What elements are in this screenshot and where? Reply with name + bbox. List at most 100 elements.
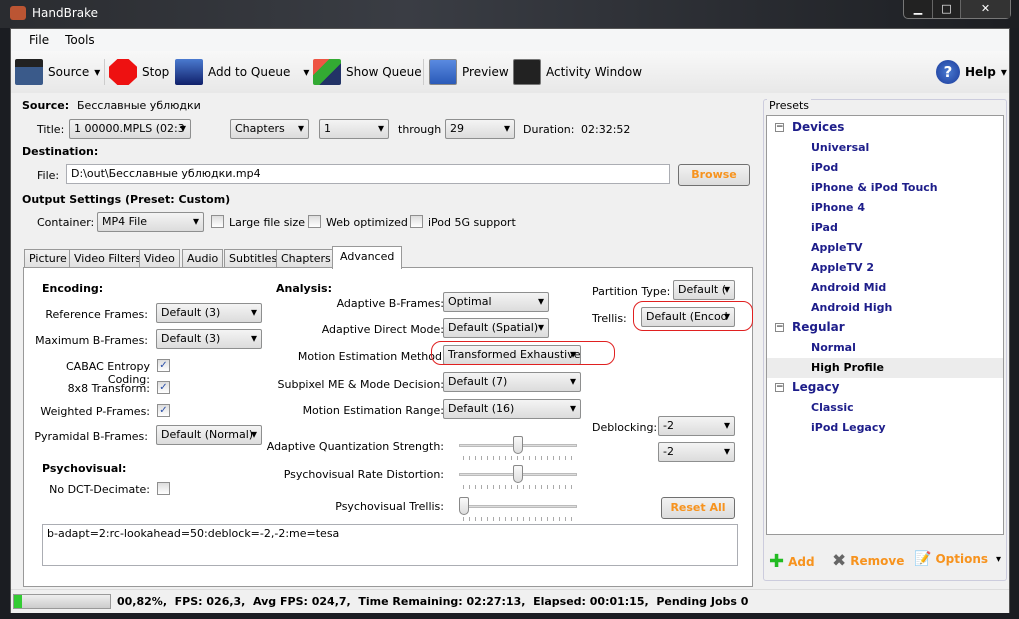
psy-trellis-slider[interactable] bbox=[459, 497, 577, 521]
transform-8x8-checkbox[interactable]: ✓ bbox=[157, 381, 170, 394]
destination-file-input[interactable]: D:\out\Бесславные ублюдки.mp4 bbox=[66, 164, 670, 184]
reset-all-button[interactable]: Reset All bbox=[661, 497, 735, 519]
psy-rd-slider[interactable] bbox=[459, 465, 577, 489]
add-to-queue-button[interactable]: Add to Queue ▾ bbox=[175, 57, 309, 87]
stop-button[interactable]: Stop bbox=[109, 57, 169, 87]
preset-item[interactable]: Android Mid bbox=[767, 278, 1003, 298]
trellis-label: Trellis: bbox=[592, 312, 627, 325]
dropdown-arrow-icon: ▾ bbox=[1000, 65, 1007, 79]
dropdown-arrow-icon: ▾ bbox=[996, 553, 1002, 565]
source-button[interactable]: Source ▾ bbox=[15, 57, 100, 87]
adaptive-direct-label: Adaptive Direct Mode: bbox=[321, 323, 444, 336]
collapse-icon[interactable]: − bbox=[775, 382, 784, 392]
chapter-end-dropdown[interactable]: 29 bbox=[445, 119, 515, 139]
dropdown-arrow-icon[interactable]: ▾ bbox=[303, 65, 309, 79]
tab-advanced[interactable]: Advanced bbox=[332, 246, 403, 269]
close-button[interactable]: ✕ bbox=[960, 0, 1010, 18]
slider-thumb[interactable] bbox=[459, 497, 469, 515]
maximize-button[interactable]: □ bbox=[932, 0, 960, 18]
preset-item[interactable]: iPhone 4 bbox=[767, 198, 1003, 218]
preset-item[interactable]: High Profile bbox=[767, 358, 1003, 378]
collapse-icon[interactable]: − bbox=[775, 122, 784, 132]
tab-audio[interactable]: Audio bbox=[182, 249, 224, 268]
handbrake-app-icon bbox=[10, 6, 26, 20]
preset-group-legacy[interactable]: − Legacy bbox=[775, 380, 839, 394]
menu-tools[interactable]: Tools bbox=[57, 29, 103, 51]
tab-chapters[interactable]: Chapters bbox=[276, 249, 336, 268]
weighted-pframes-checkbox[interactable]: ✓ bbox=[157, 404, 170, 417]
destination-heading: Destination: bbox=[22, 145, 99, 158]
deblocking-beta-dropdown[interactable]: -2 bbox=[658, 442, 735, 462]
preview-button[interactable]: Preview bbox=[429, 57, 509, 87]
chapter-start-dropdown[interactable]: 1 bbox=[319, 119, 389, 139]
source-label: Source bbox=[48, 65, 90, 79]
collapse-icon[interactable]: − bbox=[775, 322, 784, 332]
remove-x-icon: ✖ bbox=[832, 551, 847, 571]
preset-item[interactable]: AppleTV bbox=[767, 238, 1003, 258]
menu-bar: File Tools bbox=[11, 29, 1009, 51]
adaptive-direct-dropdown[interactable]: Default (Spatial) bbox=[443, 318, 549, 338]
weighted-pframes-label: Weighted P-Frames: bbox=[40, 405, 150, 418]
cabac-checkbox[interactable]: ✓ bbox=[157, 359, 170, 372]
no-dct-decimate-label: No DCT-Decimate: bbox=[49, 483, 150, 496]
file-label: File: bbox=[37, 169, 60, 182]
preset-item[interactable]: Classic bbox=[767, 398, 1003, 418]
tab-video[interactable]: Video bbox=[139, 249, 180, 268]
show-queue-label: Show Queue bbox=[346, 65, 422, 79]
aq-strength-slider[interactable] bbox=[459, 436, 577, 460]
slider-thumb[interactable] bbox=[513, 436, 523, 454]
presets-heading: Presets bbox=[767, 99, 812, 112]
preset-group-regular[interactable]: − Regular bbox=[775, 320, 845, 334]
tab-video-filters[interactable]: Video Filters bbox=[69, 249, 147, 268]
web-optimized-checkbox[interactable] bbox=[308, 215, 321, 228]
preset-item[interactable]: iPod bbox=[767, 158, 1003, 178]
presets-tree[interactable]: − Devices Universal iPod iPhone & iPod Touch… bbox=[766, 115, 1004, 535]
preset-item[interactable]: Android High bbox=[767, 298, 1003, 318]
ipod-5g-checkbox[interactable] bbox=[410, 215, 423, 228]
subme-dropdown[interactable]: Default (7) bbox=[443, 372, 581, 392]
me-range-dropdown[interactable]: Default (16) bbox=[443, 399, 581, 419]
menu-file[interactable]: File bbox=[21, 29, 57, 51]
preset-item[interactable]: iPod Legacy bbox=[767, 418, 1003, 438]
activity-window-button[interactable]: Activity Window bbox=[513, 57, 642, 87]
preset-item[interactable]: Universal bbox=[767, 138, 1003, 158]
preset-item[interactable]: Normal bbox=[767, 338, 1003, 358]
psy-trellis-label: Psychovisual Trellis: bbox=[335, 500, 444, 513]
container-dropdown[interactable]: MP4 File bbox=[97, 212, 204, 232]
options-label: Options bbox=[935, 552, 989, 566]
x264-options-textarea[interactable]: b-adapt=2:rc-lookahead=50:deblock=-2,-2:… bbox=[42, 524, 738, 566]
preset-item[interactable]: AppleTV 2 bbox=[767, 258, 1003, 278]
show-queue-button[interactable]: Show Queue bbox=[313, 57, 422, 87]
large-file-checkbox[interactable] bbox=[211, 215, 224, 228]
stop-icon bbox=[109, 59, 137, 85]
status-text: 00,82%, FPS: 026,3, Avg FPS: 024,7, Time… bbox=[117, 595, 749, 608]
partition-type-dropdown[interactable]: Default ( bbox=[673, 280, 735, 300]
slider-thumb[interactable] bbox=[513, 465, 523, 483]
browse-button[interactable]: Browse bbox=[678, 164, 750, 186]
preset-item[interactable]: iPad bbox=[767, 218, 1003, 238]
add-preset-button[interactable]: ✚ Add bbox=[769, 551, 815, 572]
add-queue-icon bbox=[175, 59, 203, 85]
tab-subtitles[interactable]: Subtitles bbox=[224, 249, 283, 268]
clapperboard-icon bbox=[15, 59, 43, 85]
aq-strength-label: Adaptive Quantization Strength: bbox=[266, 440, 444, 453]
remove-preset-button[interactable]: ✖ Remove bbox=[832, 551, 904, 571]
max-bframes-label: Maximum B-Frames: bbox=[35, 334, 148, 347]
preset-item[interactable]: iPhone & iPod Touch bbox=[767, 178, 1003, 198]
deblocking-alpha-dropdown[interactable]: -2 bbox=[658, 416, 735, 436]
preset-options-button[interactable]: 📝 Options ▾ bbox=[914, 551, 1001, 567]
highlight-annotation bbox=[633, 301, 753, 331]
terminal-icon bbox=[513, 59, 541, 85]
container-label: Container: bbox=[37, 216, 95, 229]
minimize-button[interactable]: ▁ bbox=[904, 0, 932, 18]
source-heading: Source: bbox=[22, 99, 70, 112]
adaptive-bframes-dropdown[interactable]: Optimal bbox=[443, 292, 549, 312]
preset-group-devices[interactable]: − Devices bbox=[775, 120, 844, 134]
highlight-annotation bbox=[431, 341, 615, 365]
range-type-dropdown[interactable]: Chapters bbox=[230, 119, 309, 139]
title-dropdown[interactable]: 1 00000.MPLS (02:3 bbox=[69, 119, 191, 139]
help-button[interactable]: ? Help ▾ bbox=[936, 57, 1007, 87]
preview-label: Preview bbox=[462, 65, 509, 79]
tab-picture[interactable]: Picture bbox=[24, 249, 72, 268]
no-dct-decimate-checkbox[interactable] bbox=[157, 482, 170, 495]
